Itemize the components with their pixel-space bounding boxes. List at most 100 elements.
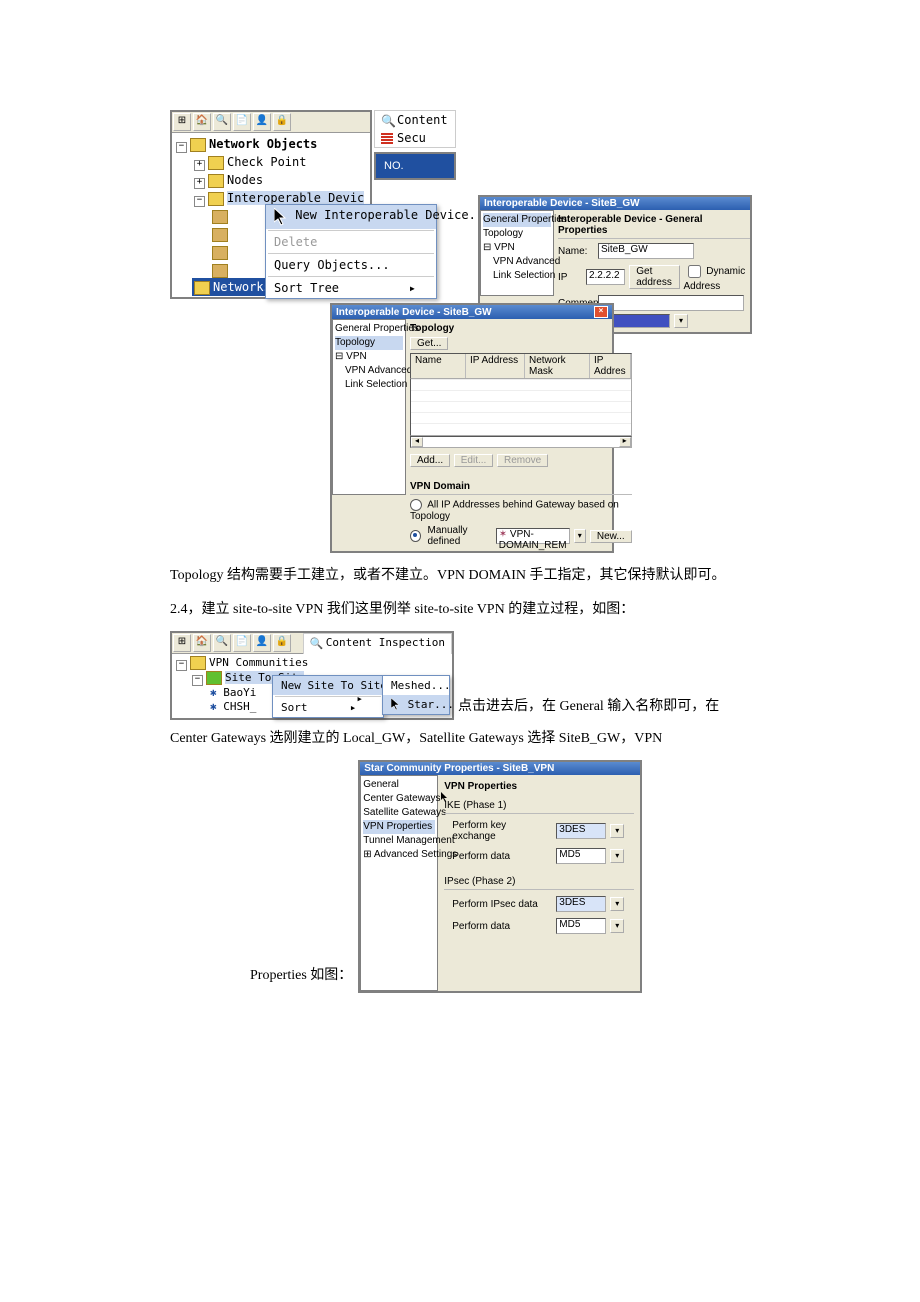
body-text: Properties 如图： <box>250 963 352 989</box>
toolbar-button[interactable]: 👤 <box>253 634 271 652</box>
add-button[interactable]: Add... <box>410 454 450 467</box>
expand-icon[interactable]: + <box>194 178 205 189</box>
ike-key-exchange-label: Perform key exchange <box>444 820 552 842</box>
comment-input[interactable] <box>598 295 744 311</box>
dialog-nav-tree[interactable]: General Properties Topology ⊟ VPN VPN Ad… <box>480 210 554 296</box>
vpn-domain-dropdown[interactable]: VPN-DOMAIN_REM <box>499 529 567 551</box>
nav-vpn[interactable]: VPN <box>494 242 515 253</box>
get-topology-button[interactable]: Get... <box>410 337 448 350</box>
ctx-sort-tree[interactable]: Sort Tree▸ <box>266 278 436 298</box>
tab-content-inspection[interactable]: 🔍Content <box>375 111 455 129</box>
dialog-title: Star Community Properties - SiteB_VPN <box>364 763 554 774</box>
gateway-icon <box>212 264 228 278</box>
column-no-header: NO. <box>376 154 454 178</box>
dialog-nav-tree[interactable]: General Properties Topology ⊟ VPN VPN Ad… <box>332 319 406 495</box>
tree-leaf-chsh[interactable]: CHSH_ <box>223 700 256 713</box>
nav-vpn-advanced[interactable]: VPN Advanced <box>335 364 403 378</box>
toolbar-button[interactable]: ⊞ <box>173 634 191 652</box>
nav-satellite-gateways[interactable]: Satellite Gateways <box>363 806 435 820</box>
dynamic-address-checkbox[interactable] <box>688 265 701 278</box>
chevron-down-icon[interactable]: ▾ <box>610 919 624 933</box>
ike-key-exchange-dropdown[interactable]: 3DES <box>556 823 606 839</box>
dialog-nav-tree[interactable]: General Center Gateways Satellite Gatewa… <box>360 775 438 991</box>
cursor-icon <box>274 208 288 226</box>
expand-icon[interactable]: + <box>194 160 205 171</box>
vpn-domain-heading: VPN Domain <box>410 481 632 492</box>
collapse-icon[interactable]: − <box>192 675 203 686</box>
scroll-left-icon[interactable]: ◂ <box>411 437 423 447</box>
toolbar-button[interactable]: 🔒 <box>273 113 291 131</box>
nav-general-properties[interactable]: General Properties <box>483 213 551 227</box>
nav-vpn[interactable]: VPN <box>346 351 367 362</box>
tree-leaf-baoyi[interactable]: BaoYi <box>223 686 256 699</box>
tree-toolbar: ⊞ 🏠 🔍 📄 👤 🔒 <box>172 112 370 133</box>
radio-all-ip[interactable] <box>410 499 422 511</box>
dialog-title: Interoperable Device - SiteB_GW <box>336 307 492 318</box>
cursor-icon <box>391 698 401 710</box>
close-icon[interactable]: × <box>594 306 608 318</box>
collapse-icon[interactable]: − <box>176 142 187 153</box>
toolbar-button[interactable]: 🔒 <box>273 634 291 652</box>
chevron-down-icon[interactable]: ▾ <box>610 849 624 863</box>
nav-vpn-properties[interactable]: VPN Properties <box>363 820 435 834</box>
collapse-icon[interactable]: − <box>194 196 205 207</box>
subctx-star[interactable]: Star... <box>383 695 449 714</box>
ipsec-data2-dropdown[interactable]: MD5 <box>556 918 606 934</box>
ipsec-phase2-heading: IPsec (Phase 2) <box>444 876 634 887</box>
ctx-new-interop[interactable]: New Interoperable Device... <box>266 205 436 229</box>
chevron-down-icon[interactable]: ▾ <box>574 529 586 543</box>
toolbar-button[interactable]: 📄 <box>233 113 251 131</box>
tree-node-nodes[interactable]: Nodes <box>227 173 263 187</box>
toolbar-button[interactable]: 📄 <box>233 634 251 652</box>
ip-input[interactable]: 2.2.2.2 <box>586 269 625 285</box>
vpn-communities-panel: ⊞ 🏠 🔍 📄 👤 🔒 🔍Content Inspection Security… <box>170 631 454 720</box>
nav-link-selection[interactable]: Link Selection <box>335 378 403 392</box>
remove-button: Remove <box>497 454 548 467</box>
nav-topology[interactable]: Topology <box>483 227 551 241</box>
chevron-down-icon[interactable]: ▾ <box>674 314 688 328</box>
ctx-sort[interactable]: Sort▸ <box>273 698 383 717</box>
tree-node-checkpoint[interactable]: Check Point <box>227 155 306 169</box>
nav-center-gateways[interactable]: Center Gateways <box>363 792 435 806</box>
nav-topology[interactable]: Topology <box>335 336 403 350</box>
toolbar-button[interactable]: 🏠 <box>193 113 211 131</box>
nav-vpn-advanced[interactable]: VPN Advanced <box>483 255 551 269</box>
toolbar-button[interactable]: 🔍 <box>213 634 231 652</box>
toolbar-button[interactable]: ⊞ <box>173 113 191 131</box>
nav-tunnel-management[interactable]: Tunnel Management <box>363 834 435 848</box>
horizontal-scrollbar[interactable]: ◂ ▸ <box>410 436 632 448</box>
collapse-icon[interactable]: − <box>176 660 187 671</box>
toolbar-button[interactable]: 🔍 <box>213 113 231 131</box>
ip-label: IP <box>558 272 582 283</box>
tree-root-vpn-communities[interactable]: VPN Communities <box>209 656 308 669</box>
toolbar-button[interactable]: 👤 <box>253 113 271 131</box>
radio-manual-label: Manually defined <box>428 525 492 547</box>
name-label: Name: <box>558 246 594 257</box>
tree-node-interop[interactable]: Interoperable Devic <box>227 191 364 205</box>
folder-icon <box>208 192 224 206</box>
chevron-down-icon[interactable]: ▾ <box>610 824 624 838</box>
tab-security[interactable]: Secu <box>375 129 455 147</box>
chevron-down-icon[interactable]: ▾ <box>610 897 624 911</box>
radio-manual[interactable] <box>410 530 421 542</box>
ipsec-data-dropdown[interactable]: 3DES <box>556 896 606 912</box>
ctx-query-objects[interactable]: Query Objects... <box>266 255 436 275</box>
folder-icon <box>208 174 224 188</box>
nav-general-properties[interactable]: General Properties <box>335 322 403 336</box>
name-input[interactable]: SiteB_GW <box>598 243 694 259</box>
ctx-new-site-to-site[interactable]: New Site To Site...▸ <box>273 676 383 695</box>
get-address-button[interactable]: Get address <box>629 265 679 289</box>
tree-root-label: Network Objects <box>209 137 317 151</box>
nav-link-selection[interactable]: Link Selection <box>483 269 551 283</box>
ike-data-dropdown[interactable]: MD5 <box>556 848 606 864</box>
ike-phase1-heading: IKE (Phase 1) <box>444 800 634 811</box>
scroll-right-icon[interactable]: ▸ <box>619 437 631 447</box>
subctx-meshed[interactable]: Meshed... <box>383 676 449 695</box>
tree-networks-stub: Networks <box>192 278 273 296</box>
new-domain-button[interactable]: New... <box>590 530 632 543</box>
tab-content-inspection[interactable]: 🔍Content Inspection <box>304 634 451 651</box>
topology-table-body[interactable] <box>410 379 632 436</box>
dialog-star-community: Star Community Properties - SiteB_VPN Ge… <box>358 760 642 993</box>
toolbar-button[interactable]: 🏠 <box>193 634 211 652</box>
nav-general[interactable]: General <box>363 778 435 792</box>
